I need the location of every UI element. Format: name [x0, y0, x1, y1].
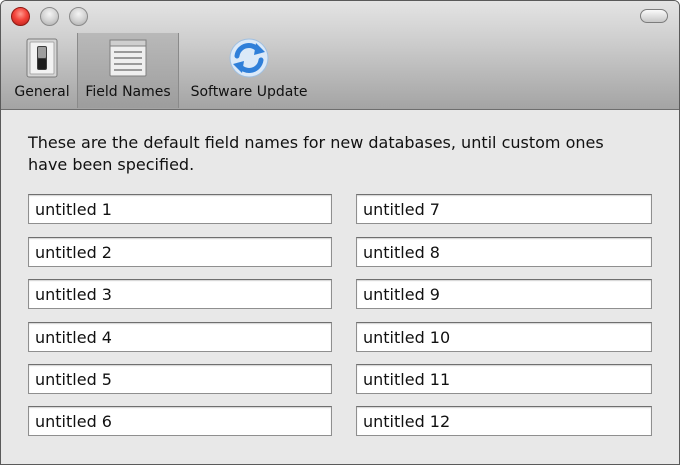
refresh-icon — [228, 37, 270, 79]
field-name-input-2[interactable] — [28, 237, 332, 267]
preferences-window: General Field Names Software Update Thes… — [0, 0, 680, 465]
zoom-button[interactable] — [69, 7, 88, 26]
tab-software-update-label: Software Update — [190, 84, 308, 100]
field-name-input-5[interactable] — [28, 364, 332, 394]
field-name-input-3[interactable] — [28, 279, 332, 309]
field-name-input-11[interactable] — [356, 364, 652, 394]
field-name-input-6[interactable] — [28, 406, 332, 436]
toolbar-toggle-button[interactable] — [640, 9, 668, 23]
field-name-input-1[interactable] — [28, 194, 332, 224]
tab-general[interactable]: General — [9, 33, 75, 108]
field-name-input-10[interactable] — [356, 322, 652, 352]
list-icon — [107, 37, 149, 79]
field-name-input-9[interactable] — [356, 279, 652, 309]
field-name-input-4[interactable] — [28, 322, 332, 352]
field-name-input-7[interactable] — [356, 194, 652, 224]
tab-general-label: General — [14, 84, 70, 100]
minimize-button[interactable] — [40, 7, 59, 26]
tab-field-names-label: Field Names — [85, 84, 171, 100]
tab-software-update[interactable]: Software Update — [183, 33, 315, 108]
field-name-input-12[interactable] — [356, 406, 652, 436]
close-button[interactable] — [11, 7, 30, 26]
title-toolbar: General Field Names Software Update — [1, 1, 679, 110]
tab-field-names[interactable]: Field Names — [77, 33, 179, 108]
switch-icon — [21, 37, 63, 79]
field-name-input-8[interactable] — [356, 237, 652, 267]
field-names-description: These are the default field names for ne… — [28, 133, 604, 174]
